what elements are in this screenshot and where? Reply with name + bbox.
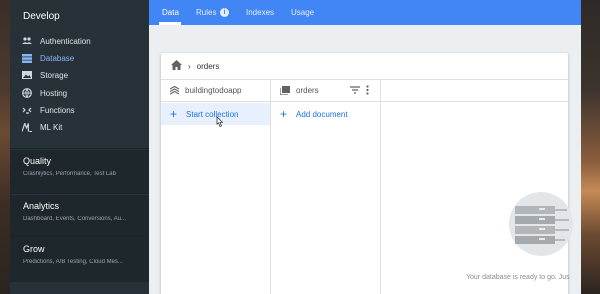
sidebar-divider (10, 236, 149, 237)
collection-column: orders + Add document (271, 80, 381, 294)
tab-indexes[interactable]: Indexes (246, 8, 274, 17)
section-subtitle: Dashboard, Events, Conversions, Au... (23, 216, 127, 222)
mouse-cursor-icon (216, 116, 224, 127)
functions-icon (22, 105, 32, 115)
desktop-wallpaper-left (0, 0, 10, 294)
info-icon[interactable]: i (220, 8, 229, 17)
database-icon (22, 53, 32, 63)
tab-usage[interactable]: Usage (291, 8, 314, 17)
sidebar-item-label: Authentication (40, 36, 91, 46)
breadcrumb-item[interactable]: orders (197, 62, 220, 71)
document-column (381, 80, 568, 294)
collection-icon (280, 86, 290, 95)
sidebar-divider (10, 148, 149, 149)
sidebar-item-hosting[interactable]: Hosting (22, 86, 147, 100)
document-column-header (381, 80, 568, 102)
collection-column-header: orders (271, 80, 380, 102)
sidebar-item-authentication[interactable]: Authentication (22, 34, 147, 48)
globe-icon (22, 88, 32, 98)
sidebar-item-ml-kit[interactable]: ML Kit (22, 120, 147, 134)
tab-rules[interactable]: Rules (196, 8, 216, 17)
desktop-wallpaper-right (581, 0, 600, 294)
sidebar-item-label: Storage (40, 70, 69, 80)
plus-icon: + (280, 107, 288, 121)
sidebar-divider (10, 193, 149, 194)
project-name: buildingtodoapp (185, 86, 242, 95)
sidebar-section-analytics[interactable]: Analytics Dashboard, Events, Conversions… (10, 195, 149, 239)
main-content: Data Rules i Indexes Usage › orders buil… (149, 0, 581, 294)
sidebar-item-storage[interactable]: Storage (22, 68, 147, 82)
root-column-header: buildingtodoapp (161, 80, 270, 102)
start-collection-label: Start collection (186, 109, 239, 119)
sidebar-section-quality[interactable]: Quality Crashlytics, Performance, Test L… (10, 150, 149, 194)
firestore-icon (170, 86, 179, 95)
section-title: Quality (23, 156, 52, 166)
active-tab-indicator (159, 22, 181, 25)
data-panel: › orders buildingtodoapp + Start collect… (161, 53, 573, 294)
add-document-button[interactable]: + Add document (271, 103, 380, 125)
sidebar-item-label: ML Kit (40, 122, 63, 132)
empty-state-text: Your database is ready to go. Jus (466, 274, 570, 281)
sidebar-item-functions[interactable]: Functions (22, 103, 147, 117)
sidebar: Develop Authentication Database Storage … (10, 0, 149, 294)
root-column: buildingtodoapp + Start collection (161, 80, 271, 294)
sidebar-item-label: Functions (40, 105, 75, 115)
sidebar-header: Develop (23, 11, 60, 22)
section-title: Analytics (23, 201, 60, 211)
section-subtitle: Predictions, A/B Testing, Cloud Mes... (23, 259, 123, 265)
database-illustration-icon (509, 192, 573, 256)
section-title: Grow (23, 244, 45, 254)
ml-kit-icon (22, 122, 32, 132)
people-icon (22, 36, 32, 46)
tab-bar: Data Rules i Indexes Usage (149, 0, 581, 25)
more-vert-icon[interactable] (366, 85, 369, 97)
collection-name: orders (296, 86, 319, 95)
filter-icon[interactable] (350, 86, 360, 96)
breadcrumb: › orders (161, 53, 568, 80)
tab-data[interactable]: Data (162, 8, 179, 17)
plus-icon: + (170, 107, 178, 121)
sidebar-item-label: Hosting (40, 88, 68, 98)
chevron-right-icon: › (188, 61, 191, 71)
add-document-label: Add document (296, 109, 348, 119)
sidebar-item-label: Database (40, 53, 75, 63)
sidebar-section-grow[interactable]: Grow Predictions, A/B Testing, Cloud Mes… (10, 238, 149, 282)
home-icon[interactable] (171, 60, 182, 72)
sidebar-item-database[interactable]: Database (22, 51, 147, 65)
image-icon (22, 70, 32, 80)
section-subtitle: Crashlytics, Performance, Test Lab (23, 171, 116, 177)
